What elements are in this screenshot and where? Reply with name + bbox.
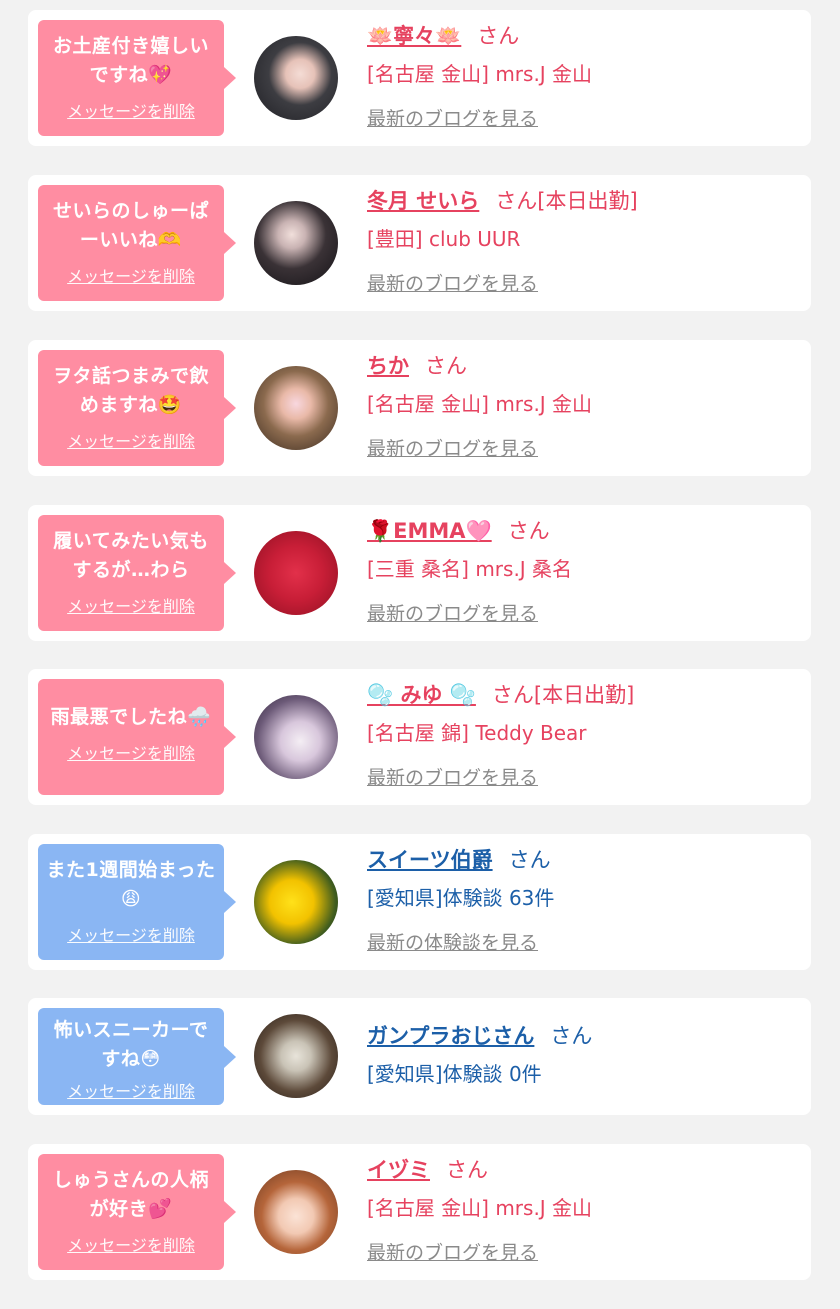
- avatar[interactable]: [254, 860, 338, 944]
- shop-label: [名古屋 金山] mrs.J 金山: [367, 62, 593, 86]
- shop-label: [三重 桑名] mrs.J 桑名: [367, 557, 573, 581]
- message-bubble: お土産付き嬉しいですね💖 メッセージを削除: [38, 20, 236, 136]
- avatar[interactable]: [254, 36, 338, 120]
- message-bubble: また1週間始まった😩 メッセージを削除: [38, 844, 236, 960]
- message-text: しゅうさんの人柄が好き💕: [52, 1169, 209, 1220]
- message-card: ヲタ話つまみで飲めますね🤩 メッセージを削除 ちか さん [名古屋 金山] mrs…: [28, 340, 811, 476]
- delete-message-link[interactable]: メッセージを削除: [67, 740, 195, 764]
- latest-blog-link[interactable]: 最新のブログを見る: [367, 436, 801, 462]
- message-text: 雨最悪でしたね🌧️: [50, 706, 212, 728]
- honorific: さん: [477, 24, 520, 48]
- shop-label: [豊田] club UUR: [367, 227, 521, 251]
- shop-label: [愛知県]体験談 63件: [367, 886, 555, 910]
- message-list: お土産付き嬉しいですね💖 メッセージを削除 🪷寧々🪷 さん [名古屋 金山] mr…: [0, 0, 840, 1309]
- shop-label: [名古屋 金山] mrs.J 金山: [367, 1196, 593, 1220]
- avatar[interactable]: [254, 1014, 338, 1098]
- message-text: また1週間始まった😩: [46, 859, 216, 910]
- message-card: 履いてみたい気もするが…わら メッセージを削除 🌹EMMA🩷 さん [三重 桑名]…: [28, 505, 811, 641]
- profile-name-link[interactable]: 🌹EMMA🩷: [367, 519, 492, 543]
- honorific: さん: [550, 1024, 593, 1048]
- profile-name-link[interactable]: ガンプラおじさん: [367, 1024, 534, 1048]
- profile-name-link[interactable]: 🫧 みゆ 🫧: [367, 683, 476, 707]
- delete-message-link[interactable]: メッセージを削除: [67, 263, 195, 287]
- message-bubble: せいらのしゅーぱーいいね🫶 メッセージを削除: [38, 185, 236, 301]
- message-text: せいらのしゅーぱーいいね🫶: [52, 200, 209, 251]
- shop-label: [名古屋 金山] mrs.J 金山: [367, 392, 593, 416]
- message-card: 雨最悪でしたね🌧️ メッセージを削除 🫧 みゆ 🫧 さん[本日出勤] [名古屋 錦…: [28, 669, 811, 805]
- delete-message-link[interactable]: メッセージを削除: [67, 922, 195, 946]
- delete-message-link[interactable]: メッセージを削除: [67, 1078, 195, 1102]
- message-card: 怖いスニーカーですね😳 メッセージを削除 ガンプラおじさん さん [愛知県]体験談…: [28, 998, 811, 1115]
- shop-label: [名古屋 錦] Teddy Bear: [367, 721, 587, 745]
- message-text: 怖いスニーカーですね😳: [53, 1019, 209, 1070]
- profile-name-link[interactable]: イヅミ: [367, 1158, 430, 1182]
- latest-blog-link[interactable]: 最新のブログを見る: [367, 271, 801, 297]
- avatar[interactable]: [254, 1170, 338, 1254]
- message-bubble: 怖いスニーカーですね😳 メッセージを削除: [38, 1008, 236, 1105]
- delete-message-link[interactable]: メッセージを削除: [67, 1232, 195, 1256]
- shop-label: [愛知県]体験談 0件: [367, 1062, 542, 1086]
- honorific: さん: [508, 848, 551, 872]
- message-bubble: しゅうさんの人柄が好き💕 メッセージを削除: [38, 1154, 236, 1270]
- latest-review-link[interactable]: 最新の体験談を見る: [367, 930, 801, 956]
- avatar[interactable]: [254, 695, 338, 779]
- latest-blog-link[interactable]: 最新のブログを見る: [367, 1240, 801, 1266]
- message-bubble: ヲタ話つまみで飲めますね🤩 メッセージを削除: [38, 350, 236, 466]
- honorific: さん[本日出勤]: [491, 683, 635, 707]
- delete-message-link[interactable]: メッセージを削除: [67, 428, 195, 452]
- message-bubble: 雨最悪でしたね🌧️ メッセージを削除: [38, 679, 236, 795]
- delete-message-link[interactable]: メッセージを削除: [67, 98, 195, 122]
- message-card: また1週間始まった😩 メッセージを削除 スイーツ伯爵 さん [愛知県]体験談 63…: [28, 834, 811, 970]
- message-card: お土産付き嬉しいですね💖 メッセージを削除 🪷寧々🪷 さん [名古屋 金山] mr…: [28, 10, 811, 146]
- profile-name-link[interactable]: 冬月 せいら: [367, 189, 479, 213]
- message-card: しゅうさんの人柄が好き💕 メッセージを削除 イヅミ さん [名古屋 金山] mrs…: [28, 1144, 811, 1280]
- avatar[interactable]: [254, 201, 338, 285]
- profile-name-link[interactable]: 🪷寧々🪷: [367, 24, 461, 48]
- message-text: 履いてみたい気もするが…わら: [53, 530, 209, 581]
- profile-name-link[interactable]: ちか: [367, 354, 409, 378]
- delete-message-link[interactable]: メッセージを削除: [67, 593, 195, 617]
- avatar[interactable]: [254, 366, 338, 450]
- message-text: ヲタ話つまみで飲めますね🤩: [52, 365, 209, 416]
- message-text: お土産付き嬉しいですね💖: [52, 35, 209, 86]
- latest-blog-link[interactable]: 最新のブログを見る: [367, 106, 801, 132]
- honorific: さん: [446, 1158, 488, 1182]
- message-bubble: 履いてみたい気もするが…わら メッセージを削除: [38, 515, 236, 631]
- profile-name-link[interactable]: スイーツ伯爵: [367, 848, 493, 872]
- message-card: せいらのしゅーぱーいいね🫶 メッセージを削除 冬月 せいら さん[本日出勤] [豊…: [28, 175, 811, 311]
- latest-blog-link[interactable]: 最新のブログを見る: [367, 765, 801, 791]
- honorific: さん: [425, 354, 467, 378]
- avatar[interactable]: [254, 531, 338, 615]
- latest-blog-link[interactable]: 最新のブログを見る: [367, 601, 801, 627]
- honorific: さん[本日出勤]: [495, 189, 638, 213]
- honorific: さん: [507, 519, 550, 543]
